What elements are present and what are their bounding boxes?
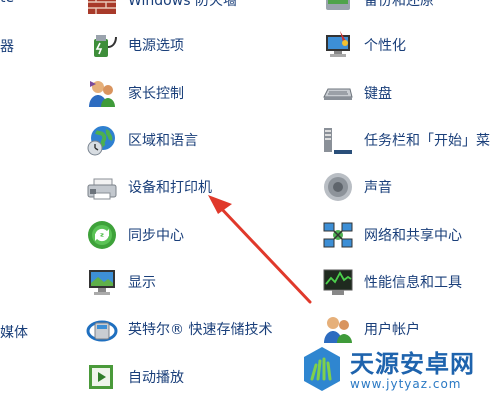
control-panel-item-keyboard[interactable]: 键盘 — [322, 75, 392, 111]
control-panel-item-backup[interactable]: 备份和还原 — [322, 0, 434, 18]
sync-center-icon — [86, 219, 118, 251]
sound-icon — [322, 171, 354, 203]
taskbar-start-label: 任务栏和「开始」菜 — [364, 133, 490, 149]
performance-icon — [322, 266, 354, 298]
firewall-label: Windows 防火墙 — [128, 0, 237, 9]
network-sharing-label: 网络和共享中心 — [364, 228, 462, 244]
intel-rst-label: 英特尔® 快速存储技术 — [128, 322, 273, 338]
control-panel-item-firewall[interactable]: Windows 防火墙 — [86, 0, 237, 18]
parental-controls-label: 家长控制 — [128, 86, 184, 102]
performance-label: 性能信息和工具 — [364, 275, 462, 291]
backup-restore-label: 备份和还原 — [364, 0, 434, 9]
devices-printers-icon — [86, 171, 118, 203]
control-panel-item-sound[interactable]: 声音 — [322, 169, 392, 205]
watermark-site-name: 天源安卓网 — [350, 350, 475, 378]
personalization-icon — [322, 29, 354, 61]
backup-restore-icon — [322, 0, 354, 16]
control-panel-item-devices-printers[interactable]: 设备和打印机 — [86, 169, 212, 205]
power-options-label: 电源选项 — [128, 38, 184, 54]
left-partial-item-text[interactable]: 器 — [0, 36, 14, 56]
autoplay-label: 自动播放 — [128, 370, 184, 386]
control-panel-item-autoplay[interactable]: 自动播放 — [86, 359, 184, 395]
control-panel-item-display[interactable]: 显示 — [86, 264, 156, 300]
left-partial-media-text[interactable]: 媒体 — [0, 322, 28, 342]
control-panel-item-personalization[interactable]: 个性化 — [322, 27, 406, 63]
control-panel-item-taskbar[interactable]: 任务栏和「开始」菜 — [322, 122, 490, 158]
power-options-icon — [86, 29, 118, 61]
control-panel-item-intel-rst[interactable]: 英特尔® 快速存储技术 — [86, 311, 272, 347]
control-panel-item-power[interactable]: 电源选项 — [86, 27, 184, 63]
network-sharing-icon — [322, 219, 354, 251]
sound-label: 声音 — [364, 180, 392, 196]
intel-rst-icon — [86, 313, 118, 345]
watermark-url: www.jytyaz.com — [350, 377, 462, 391]
control-panel-item-network[interactable]: 网络和共享中心 — [322, 217, 462, 253]
personalization-label: 个性化 — [364, 38, 406, 54]
user-accounts-label: 用户帐户 — [364, 322, 420, 338]
region-language-icon — [86, 124, 118, 156]
firewall-icon — [86, 0, 118, 16]
keyboard-icon — [322, 77, 354, 109]
control-panel-item-performance[interactable]: 性能信息和工具 — [322, 264, 462, 300]
display-icon — [86, 266, 118, 298]
keyboard-label: 键盘 — [364, 86, 392, 102]
autoplay-icon — [86, 361, 118, 393]
left-partial-top-text[interactable]: te — [0, 0, 14, 6]
taskbar-start-icon — [322, 124, 354, 156]
parental-controls-icon — [86, 77, 118, 109]
devices-printers-label: 设备和打印机 — [128, 180, 212, 196]
display-label: 显示 — [128, 275, 156, 291]
control-panel-item-region[interactable]: 区域和语言 — [86, 122, 198, 158]
control-panel-item-sync[interactable]: 同步中心 — [86, 217, 184, 253]
region-language-label: 区域和语言 — [128, 133, 198, 149]
sync-center-label: 同步中心 — [128, 228, 184, 244]
control-panel-item-parental[interactable]: 家长控制 — [86, 75, 184, 111]
watermark: 天源安卓网 www.jytyaz.com — [300, 342, 500, 400]
user-accounts-icon — [322, 313, 354, 345]
watermark-logo-icon — [300, 345, 344, 397]
